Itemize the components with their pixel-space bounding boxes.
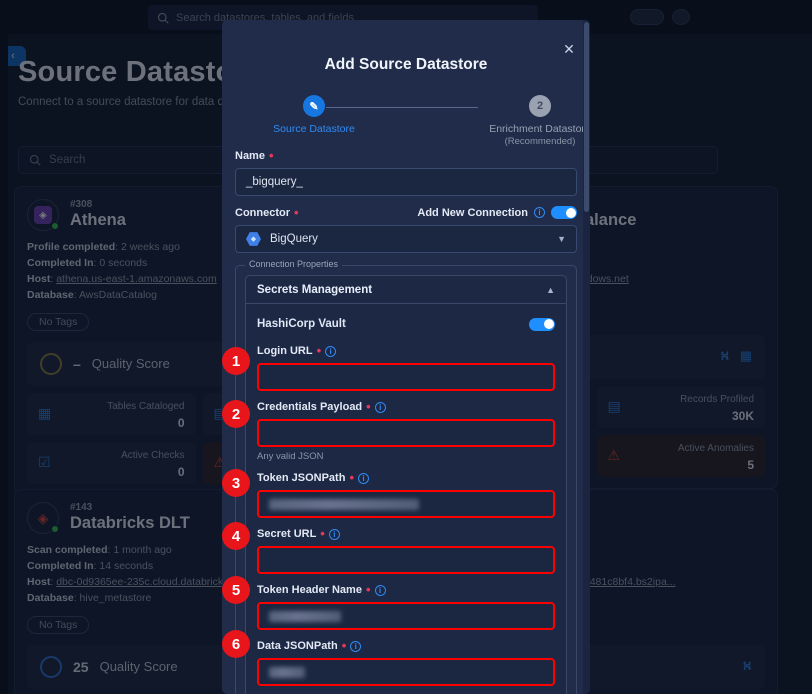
wizard-step-enrichment-datastore[interactable]: 2 Enrichment Datastore (Recommended) [465, 95, 590, 147]
info-icon[interactable]: i [374, 584, 386, 596]
name-input[interactable]: _bigquery_ [235, 168, 577, 196]
callout-badge-1: 1 [222, 347, 250, 375]
secret-url-field: Secret URL • i [257, 526, 555, 574]
credentials-payload-label-wrap: Credentials Payload • i [257, 399, 555, 414]
required-asterisk: • [268, 148, 274, 163]
required-asterisk: • [294, 204, 299, 220]
chevron-up-icon: ▲ [546, 284, 555, 295]
datastore-form: Name • _bigquery_ Connector • Add New Co… [222, 148, 590, 694]
info-icon[interactable]: i [534, 207, 545, 218]
add-source-datastore-dialog: ✕ Add Source Datastore ✎ Source Datastor… [222, 20, 590, 694]
callout-badge-4: 4 [222, 522, 250, 550]
data-jsonpath-label: Data JSONPath [257, 640, 338, 652]
token-jsonpath-input[interactable] [257, 490, 555, 518]
hashicorp-vault-toggle[interactable] [529, 317, 555, 331]
required-asterisk: • [349, 470, 354, 485]
redacted-value [269, 610, 341, 622]
step-label: Enrichment Datastore [489, 123, 590, 135]
login-url-label-wrap: Login URL • i [257, 343, 555, 358]
credentials-payload-input[interactable] [257, 419, 555, 447]
login-url-field: Login URL • i [257, 343, 555, 391]
secret-url-label-wrap: Secret URL • i [257, 526, 555, 541]
secrets-management-body: HashiCorp Vault Login URL • i Credential… [246, 304, 566, 694]
connector-label: Connector [235, 206, 290, 219]
step-note: (Recommended) [504, 136, 576, 147]
connector-select[interactable]: ◆ BigQuery ▼ [235, 225, 577, 253]
token-header-name-label-wrap: Token Header Name • i [257, 582, 555, 597]
credentials-payload-hint: Any valid JSON [257, 451, 324, 462]
info-icon[interactable]: i [325, 345, 337, 357]
secrets-management-label: Secrets Management [257, 283, 373, 296]
modal-scroll-area: ✕ Add Source Datastore ✎ Source Datastor… [222, 20, 590, 694]
add-new-connection-toggle[interactable] [551, 206, 577, 219]
modal-scrollbar-thumb[interactable] [584, 22, 589, 212]
dialog-title: Add Source Datastore [324, 56, 488, 73]
name-field-row: Name • _bigquery_ [222, 148, 590, 196]
chevron-down-icon: ▼ [557, 234, 566, 244]
info-icon[interactable]: i [328, 528, 340, 540]
connection-properties-legend: Connection Properties [245, 259, 343, 269]
token-header-name-label: Token Header Name [257, 584, 362, 596]
secrets-management-panel: Secrets Management ▲ HashiCorp Vault Log… [245, 275, 567, 694]
token-jsonpath-field: Token JSONPath • i [257, 470, 555, 518]
token-jsonpath-label-wrap: Token JSONPath • i [257, 470, 555, 485]
callout-badge-5: 5 [222, 576, 250, 604]
info-icon[interactable]: i [350, 640, 362, 652]
connector-label-wrap: Connector • Add New Connection i [235, 206, 577, 219]
credentials-payload-field: Credentials Payload • i Any valid JSON [257, 399, 555, 462]
secrets-management-header[interactable]: Secrets Management ▲ [246, 276, 566, 304]
connector-field-row: Connector • Add New Connection i ◆ BigQu… [222, 206, 590, 253]
token-header-name-input[interactable] [257, 602, 555, 630]
secret-url-label: Secret URL [257, 528, 317, 540]
data-jsonpath-label-wrap: Data JSONPath • i [257, 638, 555, 653]
connector-value: BigQuery [270, 233, 318, 245]
callout-badge-3: 3 [222, 469, 250, 497]
data-jsonpath-field: Data JSONPath • i [257, 638, 555, 686]
login-url-input[interactable] [257, 363, 555, 391]
step-number: 2 [529, 95, 551, 117]
login-url-label: Login URL [257, 345, 313, 357]
name-label: Name [235, 150, 265, 162]
required-asterisk: • [341, 638, 347, 653]
callout-badge-6: 6 [222, 630, 250, 658]
step-label: Source Datastore [273, 123, 355, 135]
required-asterisk: • [365, 582, 371, 597]
name-input-value: _bigquery_ [246, 176, 303, 188]
required-asterisk: • [316, 343, 322, 358]
modal-scrollbar[interactable] [583, 20, 590, 694]
credentials-payload-label: Credentials Payload [257, 401, 363, 413]
name-label-wrap: Name • [235, 148, 577, 163]
redacted-value [269, 498, 419, 510]
secret-url-input[interactable] [257, 546, 555, 574]
wizard-step-source-datastore[interactable]: ✎ Source Datastore [239, 95, 389, 135]
connection-properties-fieldset: Connection Properties Secrets Management… [235, 259, 577, 694]
hashicorp-vault-label: HashiCorp Vault [257, 318, 346, 330]
hashicorp-vault-row: HashiCorp Vault [257, 313, 555, 335]
data-jsonpath-input[interactable] [257, 658, 555, 686]
add-new-connection-label: Add New Connection [417, 206, 528, 219]
token-header-name-field: Token Header Name • i [257, 582, 555, 630]
callout-badge-2: 2 [222, 400, 250, 428]
pencil-icon: ✎ [303, 95, 325, 117]
info-icon[interactable]: i [358, 472, 369, 484]
close-icon[interactable]: ✕ [561, 41, 577, 57]
token-jsonpath-label: Token JSONPath [257, 472, 346, 484]
info-icon[interactable]: i [374, 401, 386, 413]
required-asterisk: • [320, 526, 325, 541]
required-asterisk: • [366, 399, 371, 414]
bigquery-icon: ◆ [246, 232, 261, 246]
redacted-value [269, 666, 305, 678]
